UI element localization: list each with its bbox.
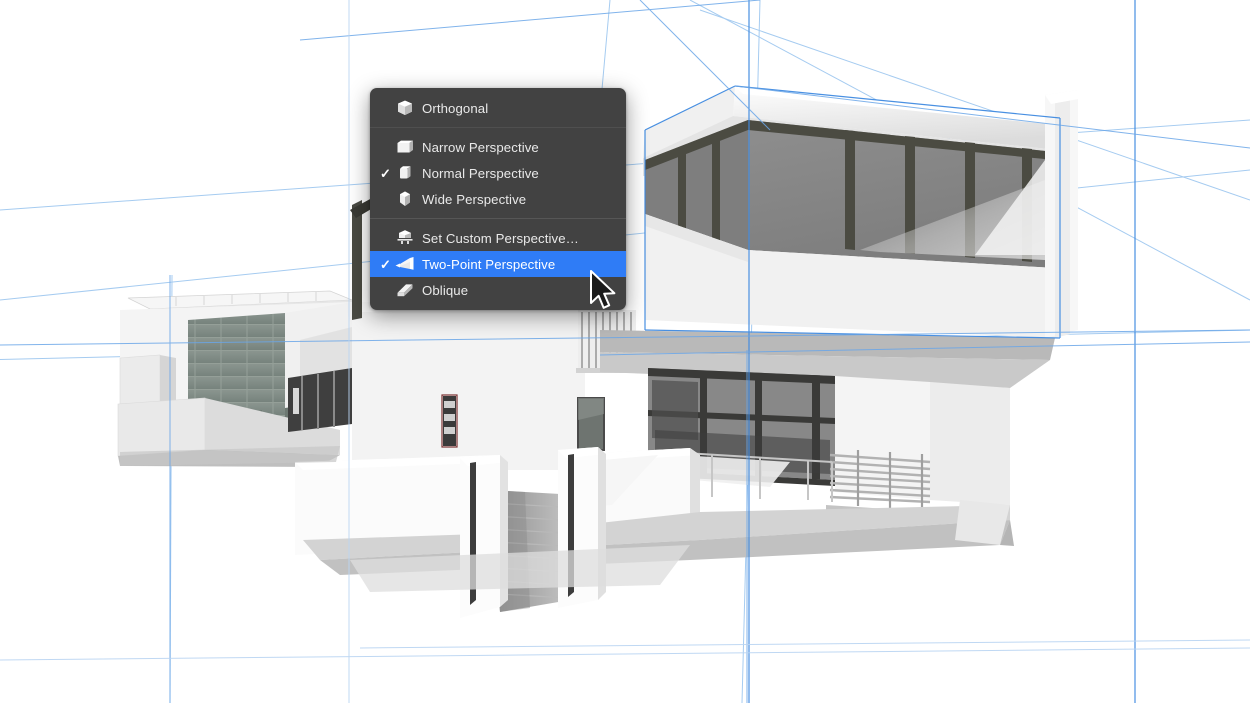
slanted-bar-icon: [393, 281, 417, 299]
menu-item-wide-perspective[interactable]: Wide Perspective: [370, 186, 626, 212]
checkmark-two-point-perspective: ✓: [380, 256, 391, 272]
menu-item-narrow-perspective[interactable]: Narrow Perspective: [370, 134, 626, 160]
main-facade: [352, 300, 585, 470]
tall-hex-icon: [393, 190, 417, 208]
steel-post: [352, 200, 362, 320]
menu-separator-1: [370, 127, 626, 128]
menu-item-label: Normal Perspective: [422, 165, 539, 181]
stair-wall-left: [460, 455, 500, 618]
menu-item-label: Two-Point Perspective: [422, 256, 556, 272]
menu-item-oblique[interactable]: Oblique: [370, 277, 626, 303]
menu-item-label: Oblique: [422, 282, 469, 298]
left-low-wall: [117, 397, 206, 457]
menu-item-label: Wide Perspective: [422, 191, 527, 207]
checkmark-normal-perspective: ✓: [380, 165, 391, 181]
narrow-box-icon: [393, 164, 417, 182]
wide-box-icon: [393, 138, 417, 156]
screen: Orthogonal Narrow Perspective ✓ Normal P…: [0, 0, 1250, 703]
custom-camera-icon: [393, 229, 417, 247]
menu-item-normal-perspective[interactable]: ✓ Normal Perspective: [370, 160, 626, 186]
menu-item-label: Narrow Perspective: [422, 139, 539, 155]
menu-item-orthogonal[interactable]: Orthogonal: [370, 95, 626, 121]
menu-item-two-point-perspective[interactable]: ✓ Two-Point Perspective: [370, 251, 626, 277]
two-point-camera-icon: [393, 255, 417, 273]
menu-separator-2: [370, 218, 626, 219]
menu-item-set-custom-perspective[interactable]: Set Custom Perspective…: [370, 225, 626, 251]
camera-perspective-menu[interactable]: Orthogonal Narrow Perspective ✓ Normal P…: [370, 88, 626, 310]
menu-item-label: Orthogonal: [422, 100, 489, 116]
menu-item-label: Set Custom Perspective…: [422, 230, 579, 246]
cube-icon: [393, 99, 417, 117]
